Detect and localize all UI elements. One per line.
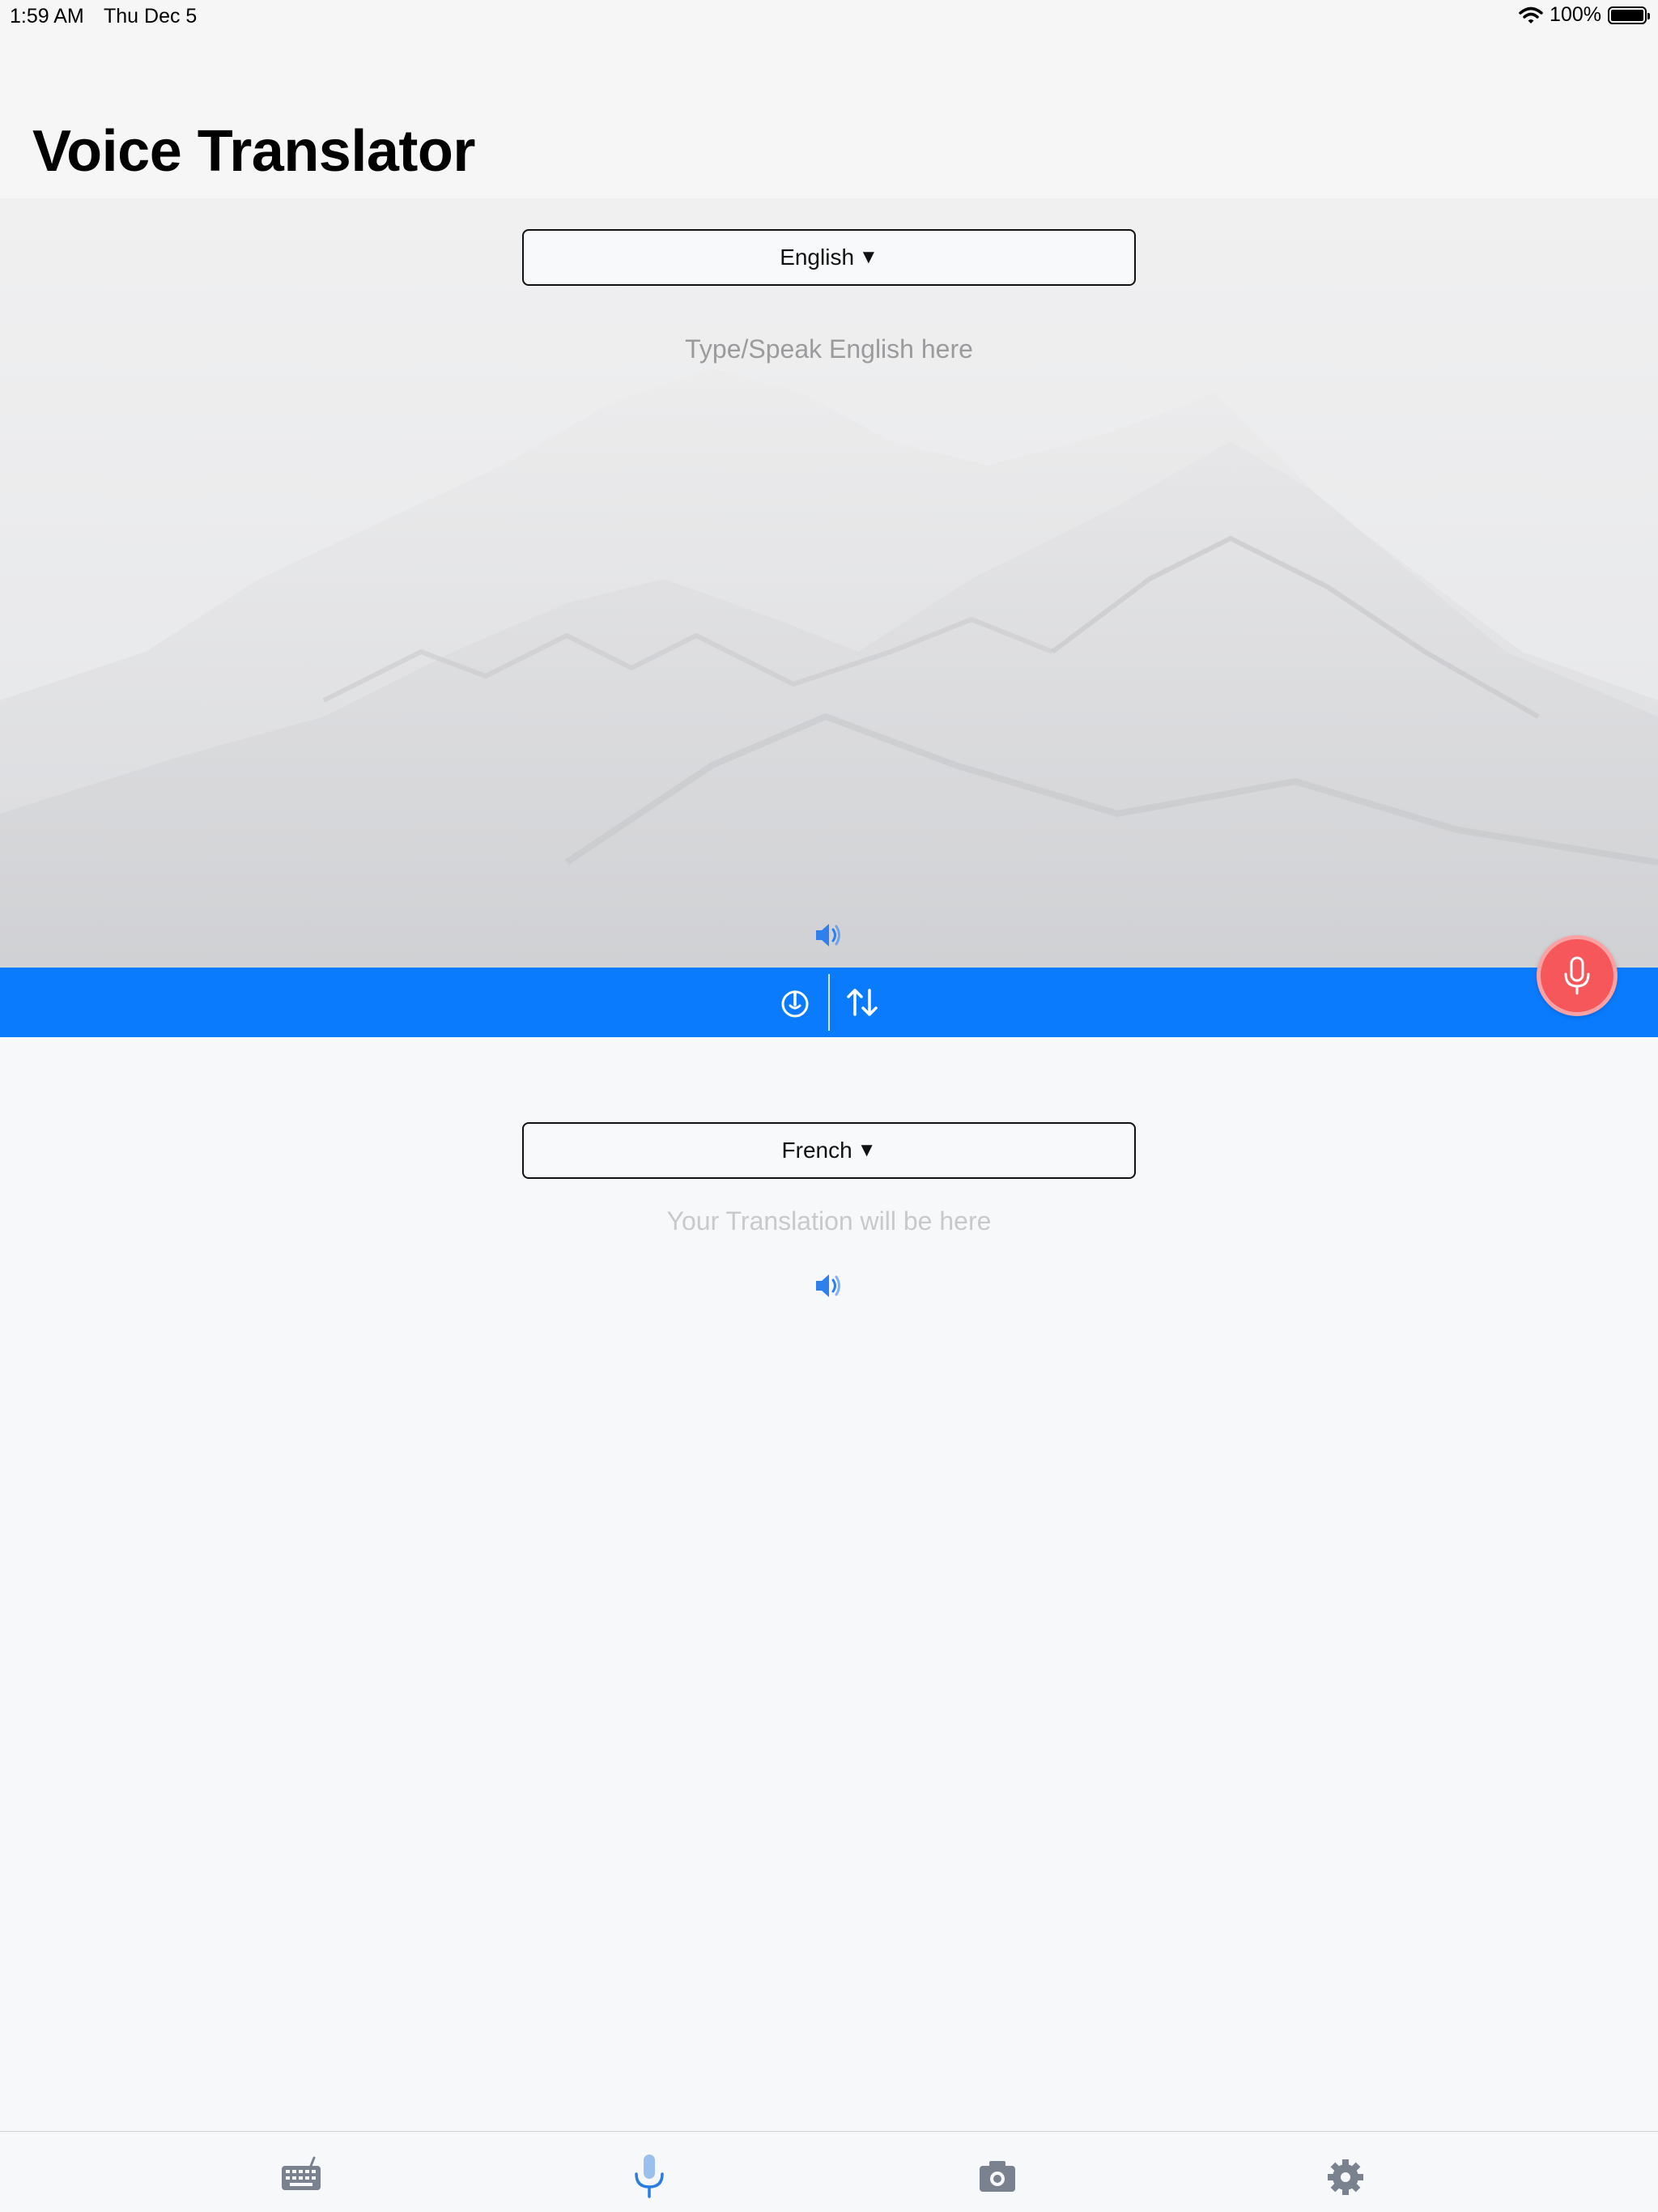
app-screen: 1:59 AM Thu Dec 5 100% Voice Translator — [0, 0, 1658, 2212]
status-time: 1:59 AM — [10, 5, 84, 28]
battery-percent: 100% — [1550, 3, 1601, 26]
camera-icon[interactable] — [975, 2153, 1020, 2198]
speaker-icon[interactable] — [811, 917, 847, 953]
source-panel[interactable]: English ▼ Type/Speak English here — [0, 198, 1658, 968]
battery-fill — [1611, 9, 1643, 21]
source-language-select[interactable]: English ▼ — [522, 229, 1136, 286]
speaker-icon[interactable] — [811, 1268, 847, 1304]
mountain-background — [0, 198, 1658, 968]
translation-output: Your Translation will be here — [666, 1206, 992, 1236]
target-language-select[interactable]: French ▼ — [522, 1122, 1136, 1179]
keyboard-icon[interactable] — [278, 2153, 324, 2198]
microphone-button[interactable] — [1537, 935, 1618, 1016]
action-bar — [0, 968, 1658, 1037]
wifi-icon — [1519, 6, 1543, 23]
power-tap-icon[interactable] — [775, 982, 815, 1023]
source-language-label: English — [780, 245, 855, 270]
battery-icon — [1608, 6, 1650, 24]
action-bar-divider — [828, 974, 830, 1031]
status-bar: 1:59 AM Thu Dec 5 100% — [0, 0, 1658, 32]
swap-arrows-icon[interactable] — [843, 982, 883, 1023]
microphone-icon[interactable] — [627, 2153, 672, 2198]
page-title: Voice Translator — [32, 119, 475, 184]
source-text-input[interactable]: Type/Speak English here — [0, 334, 1658, 364]
chevron-down-icon: ▼ — [859, 246, 878, 268]
header: Voice Translator — [0, 32, 1658, 198]
tab-bar — [0, 2131, 1658, 2212]
status-date: Thu Dec 5 — [104, 5, 198, 28]
status-right: 100% — [1519, 3, 1650, 27]
chevron-down-icon: ▼ — [857, 1139, 877, 1161]
target-language-label: French — [781, 1138, 852, 1163]
microphone-icon — [1564, 956, 1590, 995]
gear-icon[interactable] — [1323, 2153, 1368, 2198]
